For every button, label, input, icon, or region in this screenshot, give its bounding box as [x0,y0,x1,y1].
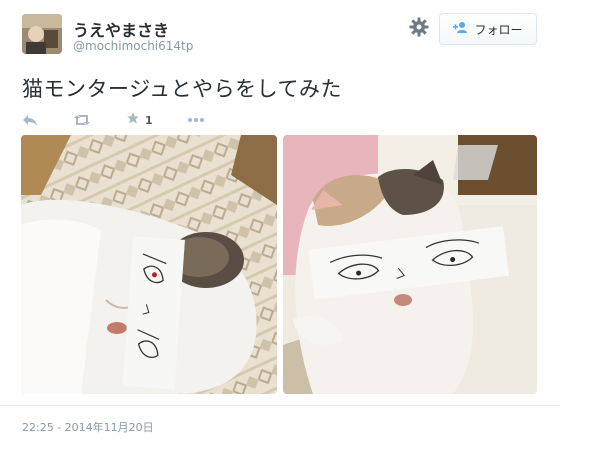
favorite-button[interactable]: 1 [126,111,153,129]
follow-button[interactable]: フォロー [439,13,537,45]
user-handle[interactable]: @mochimochi614tp [73,39,193,53]
star-icon [126,111,140,129]
more-icon[interactable] [187,117,205,123]
add-user-icon [453,21,469,37]
divider [0,405,560,406]
retweet-icon[interactable] [72,114,92,126]
favorite-count: 1 [145,113,153,127]
display-name[interactable]: うえやまさき [73,17,169,41]
reply-icon[interactable] [22,114,38,126]
gear-icon[interactable] [408,17,430,39]
avatar-image [22,14,62,54]
tweet-photo-1[interactable] [21,135,277,394]
tweet-timestamp[interactable]: 22:25 - 2014年11月20日 [22,419,154,435]
follow-label: フォロー [474,22,523,37]
tweet-photo-2[interactable] [283,135,537,394]
avatar[interactable] [22,14,62,54]
tweet-text: 猫モンタージュとやらをしてみた [22,77,342,101]
tweet-actions: 1 [22,110,239,130]
